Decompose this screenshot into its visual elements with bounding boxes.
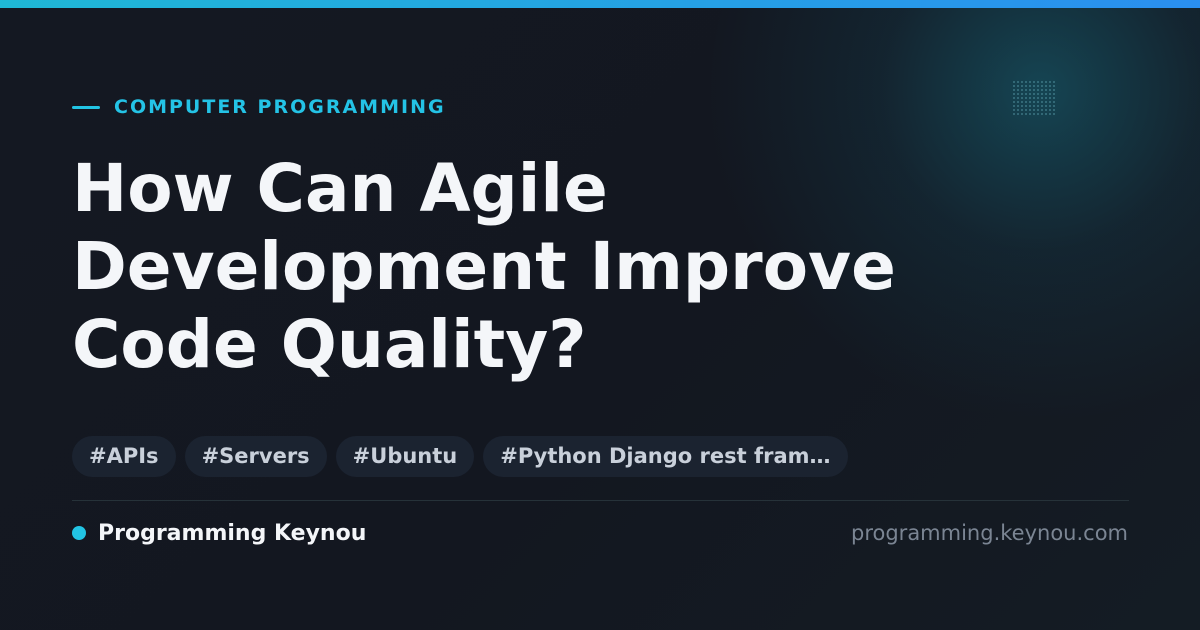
article-card: COMPUTER PROGRAMMING How Can Agile Devel… (0, 0, 1200, 630)
site-url[interactable]: programming.keynou.com (851, 518, 1128, 548)
footer-divider (72, 500, 1129, 501)
category-label-row: COMPUTER PROGRAMMING (72, 96, 446, 118)
category-label: COMPUTER PROGRAMMING (114, 96, 446, 118)
tag-apis[interactable]: #APIs (72, 436, 176, 477)
dash-icon (72, 105, 100, 109)
tag-ubuntu[interactable]: #Ubuntu (335, 436, 475, 477)
tag-python-django[interactable]: #Python Django rest fram… (483, 436, 848, 477)
tag-list: #APIs #Servers #Ubuntu #Python Django re… (72, 436, 848, 477)
tag-servers[interactable]: #Servers (184, 436, 327, 477)
top-accent-bar (0, 0, 1200, 8)
brand-name: Programming Keynou (98, 520, 367, 546)
dot-pattern-decoration (1012, 80, 1056, 116)
brand-dot-icon (72, 526, 86, 540)
article-title: How Can Agile Development Improve Code Q… (72, 150, 896, 383)
brand: Programming Keynou (72, 518, 366, 548)
